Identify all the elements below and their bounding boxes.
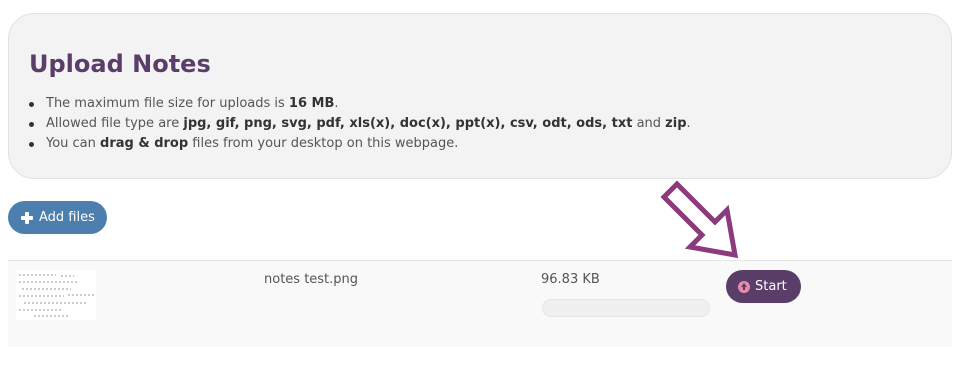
rule-text: files from your desktop on this webpage. <box>188 136 459 151</box>
upload-rule: You can drag & drop files from your desk… <box>29 134 691 154</box>
upload-rule: Allowed file type are jpg, gif, png, svg… <box>29 114 691 134</box>
rule-text: The maximum file size for uploads is <box>46 96 289 111</box>
rule-emphasis: 16 MB <box>288 96 335 111</box>
file-thumbnail <box>16 270 96 320</box>
file-row: notes test.png 96.83 KB Start <box>8 260 952 347</box>
rule-text: Allowed file type are <box>46 116 184 131</box>
file-name: notes test.png <box>264 272 359 287</box>
rule-text: You can <box>46 136 101 151</box>
rule-emphasis: zip <box>665 116 687 131</box>
upload-rule: The maximum file size for uploads is 16 … <box>29 94 691 114</box>
page-title: Upload Notes <box>29 50 211 78</box>
rule-text: . <box>686 116 691 131</box>
upload-rules-list: The maximum file size for uploads is 16 … <box>29 94 691 154</box>
rule-text: . <box>334 96 339 111</box>
arrow-down-right-icon <box>660 180 739 259</box>
upload-progress-bar <box>542 299 710 317</box>
start-upload-button[interactable]: Start <box>726 270 801 303</box>
start-label: Start <box>755 279 787 294</box>
add-files-button[interactable]: Add files <box>8 201 107 234</box>
rule-emphasis: drag & drop <box>100 136 189 151</box>
add-files-label: Add files <box>39 210 95 225</box>
rule-emphasis: jpg, gif, png, svg, pdf, xls(x), doc(x),… <box>183 116 633 131</box>
rule-text: and <box>632 116 666 131</box>
plus-icon <box>21 211 33 224</box>
upload-info-panel: Upload Notes The maximum file size for u… <box>8 13 952 179</box>
file-size: 96.83 KB <box>541 272 600 287</box>
upload-circle-icon <box>738 280 750 293</box>
